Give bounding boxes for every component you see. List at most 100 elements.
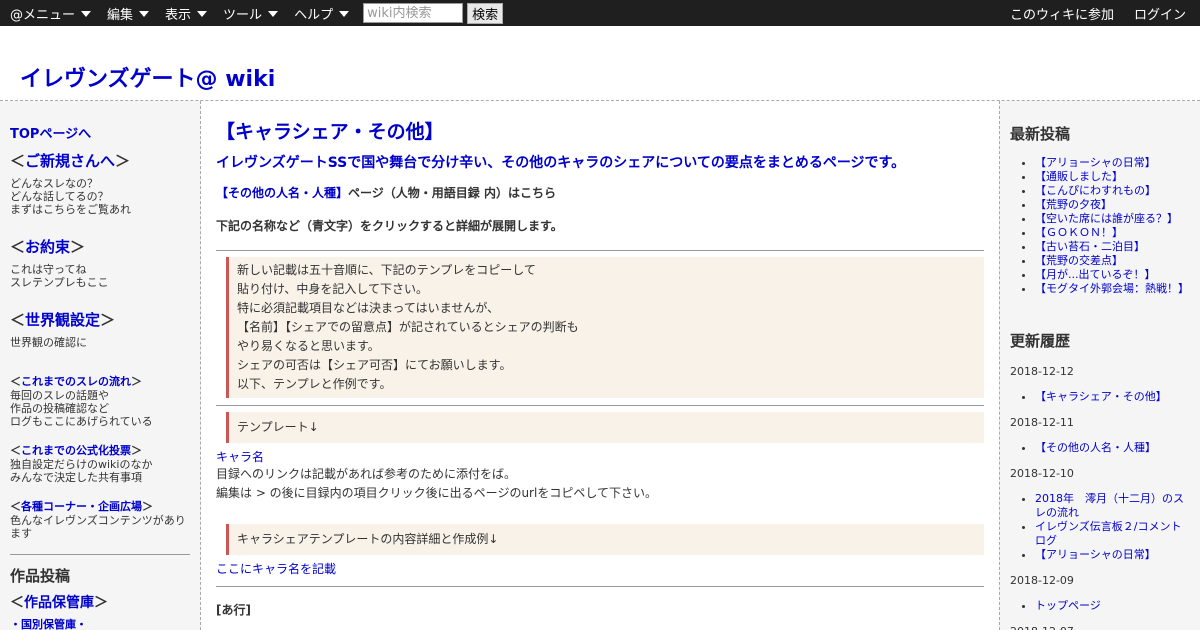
main-content: 【キャラシェア・その他】 イレヴンズゲートSSで国や舞台で分け辛い、その他のキャ… — [201, 101, 999, 630]
list-item: 【こんぴにわすれもの】 — [1035, 184, 1190, 198]
latest-post-link[interactable]: 【こんぴにわすれもの】 — [1035, 184, 1156, 197]
corner-link[interactable]: 各種コーナー・企画広場 — [21, 500, 142, 513]
promise-desc: これは守ってね スレテンプレもここ — [10, 263, 190, 289]
latest-post-link[interactable]: 【荒野の交差点】 — [1035, 254, 1123, 267]
votes-heading: ＜これまでの公式化投票＞ — [10, 442, 190, 458]
chara-name-toggle[interactable]: キャラ名 — [216, 448, 984, 465]
latest-post-link[interactable]: 【アリョーシャの日常】 — [1035, 156, 1156, 169]
bracket-close: ＞ — [131, 375, 142, 388]
bracket-open: ＜ — [10, 375, 21, 388]
history-date: 2018-12-07 — [1010, 625, 1190, 630]
country-storage-link[interactable]: ・国別保管庫・ — [10, 616, 190, 630]
search-button[interactable]: 検索 — [467, 2, 504, 24]
bracket-close: ＞ — [100, 311, 116, 329]
latest-post-link[interactable]: 【月が...出ているぞ！】 — [1035, 268, 1156, 281]
top-menu-bar: @メニュー 編集 表示 ツール ヘルプ 検索 このウィキに参加 ログイン — [0, 0, 1200, 26]
login-link[interactable]: ログイン — [1134, 4, 1186, 23]
right-sidebar: 最新投稿 【アリョーシャの日常】 【通販しました】 【こんぴにわすれもの】 【荒… — [999, 101, 1200, 630]
list-item: 【アリョーシャの日常】 — [1035, 156, 1190, 170]
divider — [216, 405, 984, 406]
newcomer-link[interactable]: ご新規さんへ — [25, 152, 115, 170]
list-item: 【モグタイ外郭会場：熱戦！】 — [1035, 282, 1190, 296]
latest-post-link[interactable]: 【モグタイ外郭会場：熱戦！】 — [1035, 282, 1189, 295]
related-page-link[interactable]: 【その他の人名・人種】 — [216, 186, 348, 200]
storage-link[interactable]: 作品保管庫 — [24, 595, 94, 611]
menu-view[interactable]: 表示 — [155, 0, 213, 26]
desc-line: まずはこちらをご覧あれ — [10, 203, 131, 216]
history-heading: ＜これまでのスレの流れ＞ — [10, 373, 190, 389]
chara-name-here-toggle[interactable]: ここにキャラ名を記載 — [216, 560, 984, 577]
history-link[interactable]: 【その他の人名・人種】 — [1035, 441, 1156, 454]
quote-line: 【名前】【シェアでの留意点】が記されているとシェアの判断も — [237, 320, 579, 334]
history-desc: 毎回のスレの話題や 作品の投稿確認など ログもここにあげられている — [10, 389, 190, 428]
history-link[interactable]: イレヴンズ伝言板２/コメントログ — [1035, 520, 1182, 547]
top-page-link[interactable]: TOPページへ — [10, 123, 190, 142]
menu-help[interactable]: ヘルプ — [284, 0, 355, 26]
menu-main[interactable]: @メニュー — [0, 0, 97, 26]
list-item: 【荒野の交差点】 — [1035, 254, 1190, 268]
list-item: トップページ — [1035, 599, 1190, 613]
divider — [216, 250, 984, 251]
history-link[interactable]: これまでのスレの流れ — [21, 375, 131, 388]
world-heading: ＜世界観設定＞ — [10, 309, 190, 330]
works-heading: 作品投稿 — [10, 567, 71, 585]
menu-tools[interactable]: ツール — [213, 0, 284, 26]
bracket-open: ＜ — [10, 152, 26, 170]
desc-line: 毎回のスレの話題や — [10, 389, 109, 402]
corner-desc: 色んなイレヴンズコンテンツがあり ます — [10, 514, 190, 540]
menu-tools-label: ツール — [223, 7, 263, 23]
desc-line: これは守ってね — [10, 263, 87, 276]
chevron-down-icon — [268, 11, 279, 17]
template-quote: テンプレート↓ — [226, 412, 984, 443]
bracket-close: ＞ — [70, 238, 86, 256]
page-title: 【キャラシェア・その他】 — [216, 121, 444, 143]
desc-line: どんな話してるの？ — [10, 190, 109, 203]
left-sidebar: TOPページへ ＜ご新規さんへ＞ どんなスレなの？ どんな話してるの？ まずはこ… — [0, 101, 201, 630]
world-link[interactable]: 世界観設定 — [25, 311, 100, 329]
chevron-down-icon — [197, 11, 208, 17]
votes-link[interactable]: これまでの公式化投票 — [21, 444, 131, 457]
quote-line: 新しい記載は五十音順に、下記のテンプレをコピーして — [237, 263, 536, 277]
history-link[interactable]: 【キャラシェア・その他】 — [1035, 390, 1167, 403]
history-list: 2018年 澪月（十二月）のスレの流れ イレヴンズ伝言板２/コメントログ 【アリ… — [1010, 492, 1190, 562]
wiki-search-input[interactable] — [363, 3, 464, 23]
latest-post-link[interactable]: 【ＧＯＫＯＮ！】 — [1035, 226, 1123, 239]
desc-line: 作品の投稿確認など — [10, 402, 109, 415]
history-link[interactable]: トップページ — [1035, 599, 1101, 612]
top-right-links: このウィキに参加 ログイン — [990, 0, 1186, 26]
list-item: 【空いた席には誰が座る？】 — [1035, 212, 1190, 226]
history-link[interactable]: 2018年 澪月（十二月）のスレの流れ — [1035, 492, 1184, 519]
desc-line: ログもここにあげられている — [10, 415, 153, 428]
menu-main-label: @メニュー — [10, 7, 76, 23]
list-item: 【通販しました】 — [1035, 170, 1190, 184]
latest-post-link[interactable]: 【通販しました】 — [1035, 170, 1123, 183]
latest-post-link[interactable]: 【空いた席には誰が座る？】 — [1035, 212, 1178, 225]
quote-line: 以下、テンプレと作例です。 — [237, 377, 392, 391]
text-line: 編集は > の後に目録内の項目クリック後に出るページのurlをコピペして下さい。 — [216, 486, 657, 500]
menu-edit-label: 編集 — [107, 7, 134, 23]
list-item: 【アリョーシャの日常】 — [1035, 548, 1190, 562]
promise-link[interactable]: お約束 — [25, 238, 70, 256]
join-wiki-link[interactable]: このウィキに参加 — [1010, 4, 1114, 23]
latest-post-link[interactable]: 【荒野の夕夜】 — [1035, 198, 1112, 211]
latest-post-link[interactable]: 【古い苔石・二泊目】 — [1035, 240, 1145, 253]
note-rest: ページ（人物・用語目録 内）はこちら — [348, 186, 556, 200]
history-link[interactable]: 【アリョーシャの日常】 — [1035, 548, 1156, 561]
bracket-close: ＞ — [142, 500, 153, 513]
desc-line: ます — [10, 527, 32, 540]
update-history-title: 更新履歴 — [1010, 332, 1071, 350]
corner-heading: ＜各種コーナー・企画広場＞ — [10, 498, 190, 514]
bracket-open: ＜ — [10, 500, 21, 513]
history-list: 【その他の人名・人種】 — [1010, 441, 1190, 455]
menu-edit[interactable]: 編集 — [97, 0, 155, 26]
bracket-open: ＜ — [10, 595, 24, 611]
latest-posts-title: 最新投稿 — [1010, 125, 1071, 143]
menu-help-label: ヘルプ — [294, 7, 334, 23]
bracket-close: ＞ — [131, 444, 142, 457]
promise-heading: ＜お約束＞ — [10, 236, 190, 257]
list-item: 【ＧＯＫＯＮ！】 — [1035, 226, 1190, 240]
list-item: 【荒野の夕夜】 — [1035, 198, 1190, 212]
bracket-open: ＜ — [10, 444, 21, 457]
world-desc: 世界観の確認に — [10, 336, 190, 349]
site-title-link[interactable]: イレヴンズゲート@ wiki — [20, 61, 275, 93]
